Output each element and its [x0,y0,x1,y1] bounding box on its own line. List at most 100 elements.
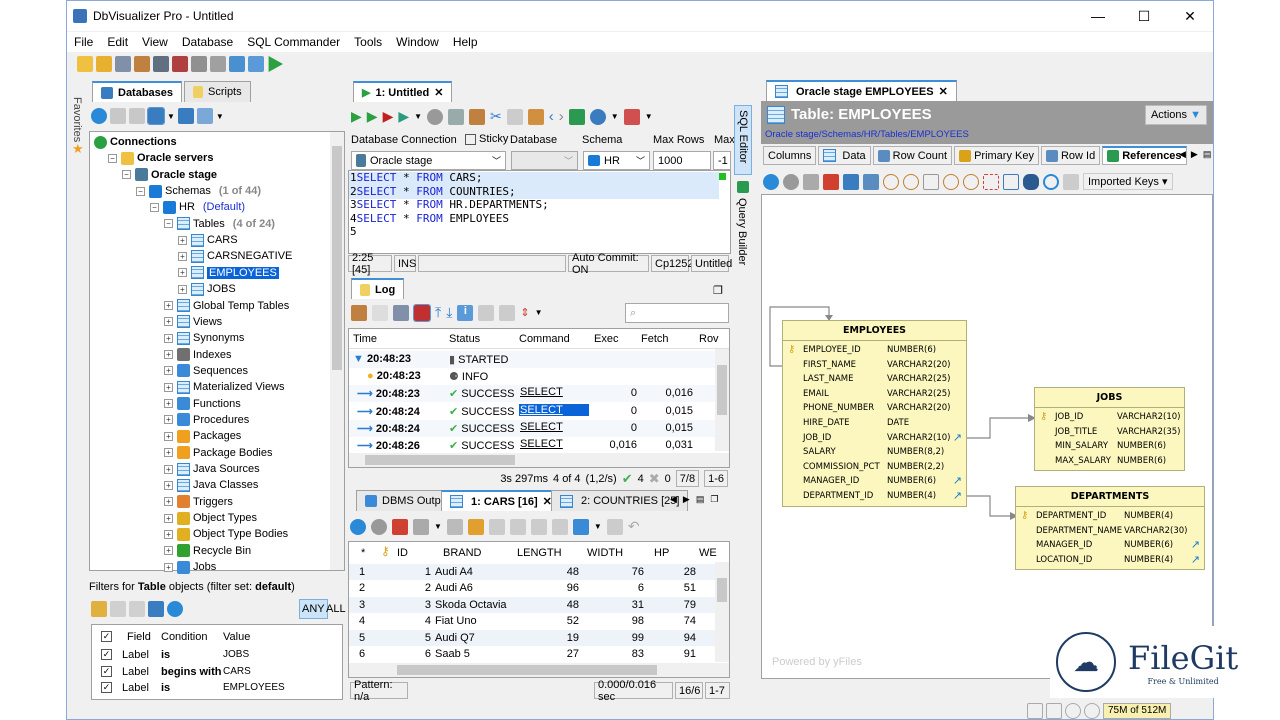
table-cell[interactable]: 51 [654,582,696,594]
log-row[interactable]: ⟶ 20:48:24 ✔ SUCCESS SELECT 0 0,015 [349,419,717,437]
er-table-departments[interactable]: DEPARTMENTS ⚷ DEPARTMENT_ID NUMBER(4) DEPART… [1015,486,1205,571]
log-row[interactable]: ⟶ 20:48:24 ✔ SUCCESS SELECT 0 0,015 [349,403,717,420]
new-icon[interactable] [110,108,126,124]
tree-node[interactable]: + Sequences [164,363,248,379]
subtab-data[interactable]: Data [818,146,871,165]
close-button[interactable]: ✕ [1167,1,1213,31]
log-hscrollbar[interactable] [349,453,729,467]
open-folder-icon[interactable] [77,56,93,72]
refresh-icon[interactable] [763,173,779,190]
column-header[interactable]: WE [699,547,717,559]
table-cell[interactable]: 98 [579,615,644,627]
expand-icon[interactable]: + [178,235,187,245]
filter-icon[interactable] [413,518,429,535]
copy-filter-icon[interactable] [110,601,126,617]
subtab-row-count[interactable]: Row Count [872,146,953,165]
properties-icon[interactable] [191,56,207,72]
expand-icon[interactable]: + [164,333,173,343]
column-header[interactable]: LENGTH [517,547,562,559]
split-icon[interactable]: ⇕ [520,306,529,319]
table-cell[interactable]: 74 [654,615,696,627]
grid-icon[interactable] [572,518,589,535]
tree-node[interactable]: + Indexes [164,347,232,363]
log-row[interactable]: ⟶ 20:48:23 ✔ SUCCESS SELECT 0 0,016 [349,385,717,403]
subtab-columns[interactable]: Columns [763,146,817,165]
subtab-scroll-icons[interactable]: ◀▶▤ [1179,149,1216,160]
filter-icon[interactable] [147,107,165,125]
save-changes-icon[interactable] [446,518,463,535]
collapse-icon[interactable]: − [150,202,159,212]
execute-explain-icon[interactable]: ▶ [398,108,409,125]
dropdown-icon[interactable]: ▼ [216,112,224,121]
copy-log-icon[interactable] [372,304,388,321]
navigator-icon[interactable] [1043,173,1059,190]
export-icon[interactable] [623,108,640,125]
minimize-button[interactable]: — [1075,1,1121,31]
tree-node[interactable]: + Package Bodies [164,445,273,461]
dropdown-icon[interactable]: ▼ [535,308,543,317]
expand-icon[interactable]: + [164,431,173,441]
dropdown-icon[interactable]: ▼ [414,112,422,121]
table-cell[interactable]: Audi A4 [435,566,515,578]
filter-field[interactable]: Label [122,649,149,661]
table-cell[interactable]: Fiat Uno [435,615,515,627]
filter-value[interactable]: CARS [223,666,251,677]
history-icon[interactable] [1084,703,1100,719]
table-cell[interactable]: 48 [509,599,579,611]
table-row[interactable]: 1 1 Audi A4 48 76 28 [349,564,717,580]
table-cell[interactable]: 83 [579,648,644,660]
info-icon[interactable]: i [457,304,474,321]
table-cell[interactable]: 3 [381,599,431,611]
table-cell[interactable]: 27 [509,648,579,660]
filter-condition[interactable]: is [161,682,170,694]
tools-icon[interactable] [803,173,819,190]
log-row[interactable]: ● 20:48:23 ⚈ INFO [349,368,717,385]
filter-field[interactable]: Label [122,666,149,678]
expand-icon[interactable]: + [178,284,187,294]
tree-node[interactable]: − Tables (4 of 24) [164,216,275,232]
gc-icon[interactable] [1065,703,1081,719]
collapse-icon[interactable]: − [136,186,145,196]
execute-icon[interactable]: ▶ [351,108,362,125]
log-command-link[interactable]: SELECT [519,421,564,433]
column-header[interactable]: Rov [699,333,719,345]
tab-countries[interactable]: 2: COUNTRIES [25] [551,490,689,511]
expand-icon[interactable]: + [164,415,173,425]
favorites-side-tab[interactable]: Favorites [69,93,85,146]
tree-node[interactable]: + Java Sources [164,461,260,477]
table-row[interactable]: 6 6 Saab 5 27 83 91 [349,646,717,662]
menu-view[interactable]: View [135,32,175,52]
table-cell[interactable]: 6 [579,582,644,594]
forward-icon[interactable]: › [559,108,564,125]
expand-icon[interactable]: + [164,546,173,556]
layout-icon[interactable] [1063,173,1079,190]
sql-editor-side-tab[interactable]: SQL Editor [734,105,752,175]
max-chars-input[interactable]: -1 [713,151,731,170]
form-icon[interactable] [530,518,547,535]
select-all-checkbox[interactable]: ✓ [101,631,112,642]
menu-help[interactable]: Help [446,32,485,52]
expand-icon[interactable]: + [164,513,173,523]
tree-node[interactable]: + EMPLOYEES [178,265,279,281]
subtab-primary-key[interactable]: Primary Key [954,146,1039,165]
table-cell[interactable]: 91 [654,648,696,660]
column-header[interactable]: Status [449,333,480,345]
menu-tools[interactable]: Tools [347,32,389,52]
tree-node[interactable]: + Procedures [164,412,249,428]
column-header[interactable]: Exec [594,333,618,345]
save-as-icon[interactable] [469,108,486,125]
table-row[interactable]: 4 4 Fiat Uno 52 98 74 [349,613,717,629]
tab-scroll-icons[interactable]: ◀▶▤❐ [670,494,724,505]
tree-node[interactable]: − HR (Default) [150,199,245,215]
log-command-link[interactable]: SELECT [519,386,564,398]
sticky-checkbox[interactable] [465,134,476,145]
memory-indicator[interactable]: 75M of 512M [1103,703,1172,719]
zoom-out-icon[interactable] [903,173,919,190]
max-rows-input[interactable]: 1000 [653,151,711,170]
edit-icon[interactable] [551,518,568,535]
filter-value[interactable]: EMPLOYEES [223,682,285,693]
query-builder-side-tab[interactable]: Query Builder [734,194,750,269]
print-preview-icon[interactable] [863,173,879,190]
zoom-in-icon[interactable] [883,173,899,190]
database-select[interactable]: ﹀ [511,151,578,170]
